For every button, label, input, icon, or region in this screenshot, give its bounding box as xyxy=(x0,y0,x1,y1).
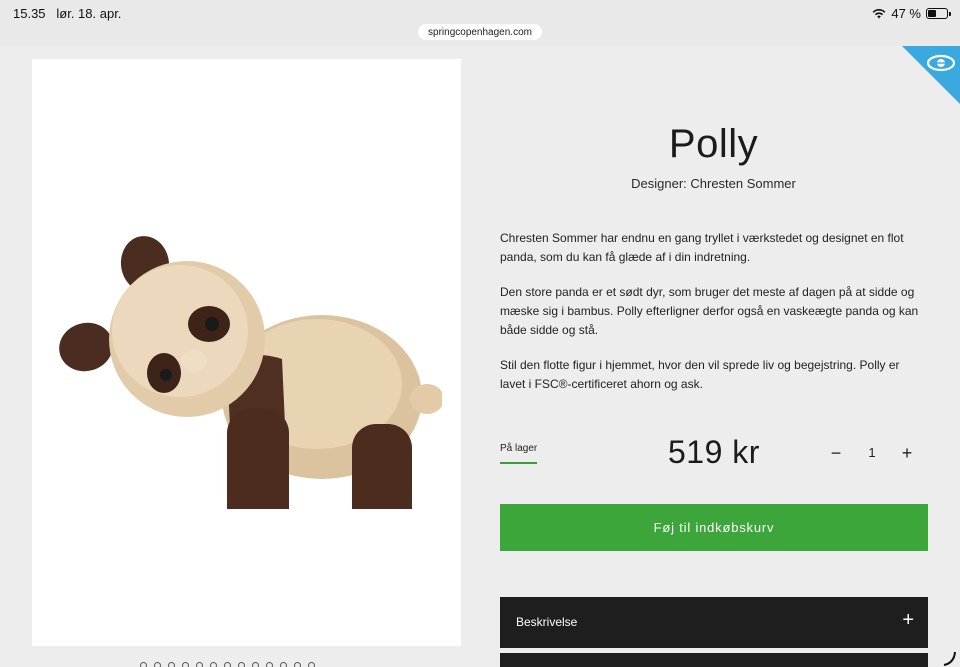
accordion-next[interactable] xyxy=(500,653,928,667)
product-description: Chresten Sommer har endnu en gang trylle… xyxy=(500,229,920,410)
url-bar[interactable]: springcopenhagen.com xyxy=(418,24,542,40)
gallery-dot[interactable] xyxy=(266,662,273,667)
plus-icon: + xyxy=(902,609,914,631)
add-to-cart-label: Føj til indkøbskurv xyxy=(653,520,775,535)
accordion-description-label: Beskrivelse xyxy=(516,615,578,629)
product-price: 519 kr xyxy=(668,434,760,470)
gallery-dot[interactable] xyxy=(224,662,231,667)
plus-icon: + xyxy=(901,443,913,463)
gallery-dot[interactable] xyxy=(252,662,259,667)
description-paragraph: Chresten Sommer har endnu en gang trylle… xyxy=(500,231,904,264)
description-paragraph: Den store panda er et sødt dyr, som brug… xyxy=(500,285,919,337)
product-title: Polly xyxy=(668,122,759,166)
status-date: lør. 18. apr. xyxy=(56,6,122,21)
quantity-value[interactable]: 1 xyxy=(862,445,882,460)
quantity-decrease-button[interactable]: − xyxy=(826,443,846,463)
gallery-dot[interactable] xyxy=(182,662,189,667)
url-text: springcopenhagen.com xyxy=(428,26,532,38)
gallery-pagination[interactable] xyxy=(140,662,315,667)
wifi-icon xyxy=(872,9,886,19)
gallery-dot[interactable] xyxy=(196,662,203,667)
product-designer: Designer: Chresten Sommer xyxy=(631,176,796,191)
status-indicators: 47 % xyxy=(872,6,951,21)
add-to-cart-button[interactable]: Føj til indkøbskurv xyxy=(500,504,928,551)
product-image-panda xyxy=(59,236,442,509)
battery-fill xyxy=(928,10,936,17)
gallery-dot[interactable] xyxy=(210,662,217,667)
description-paragraph: Stil den flotte figur i hjemmet, hvor de… xyxy=(500,358,900,391)
status-time: 15.35 xyxy=(13,6,46,21)
status-time-date: 15.35 lør. 18. apr. xyxy=(13,6,121,21)
battery-icon xyxy=(926,8,951,19)
gallery-dot[interactable] xyxy=(154,662,161,667)
minus-icon: − xyxy=(830,443,842,463)
product-image-panel[interactable] xyxy=(32,59,461,646)
stock-status: På lager xyxy=(500,443,538,454)
gallery-dot[interactable] xyxy=(168,662,175,667)
gallery-dot[interactable] xyxy=(294,662,301,667)
accordion-description[interactable]: Beskrivelse + xyxy=(500,597,928,648)
status-bar: 15.35 lør. 18. apr. 47 % springcopenhage… xyxy=(0,0,960,46)
accessibility-eye-badge[interactable] xyxy=(902,46,960,104)
gallery-dot[interactable] xyxy=(308,662,315,667)
stock-status-underline xyxy=(500,462,537,464)
battery-percentage: 47 % xyxy=(891,6,921,21)
gallery-dot[interactable] xyxy=(140,662,147,667)
gallery-dot[interactable] xyxy=(238,662,245,667)
gallery-dot[interactable] xyxy=(280,662,287,667)
scroll-indicator-icon xyxy=(943,651,956,666)
quantity-increase-button[interactable]: + xyxy=(897,443,917,463)
